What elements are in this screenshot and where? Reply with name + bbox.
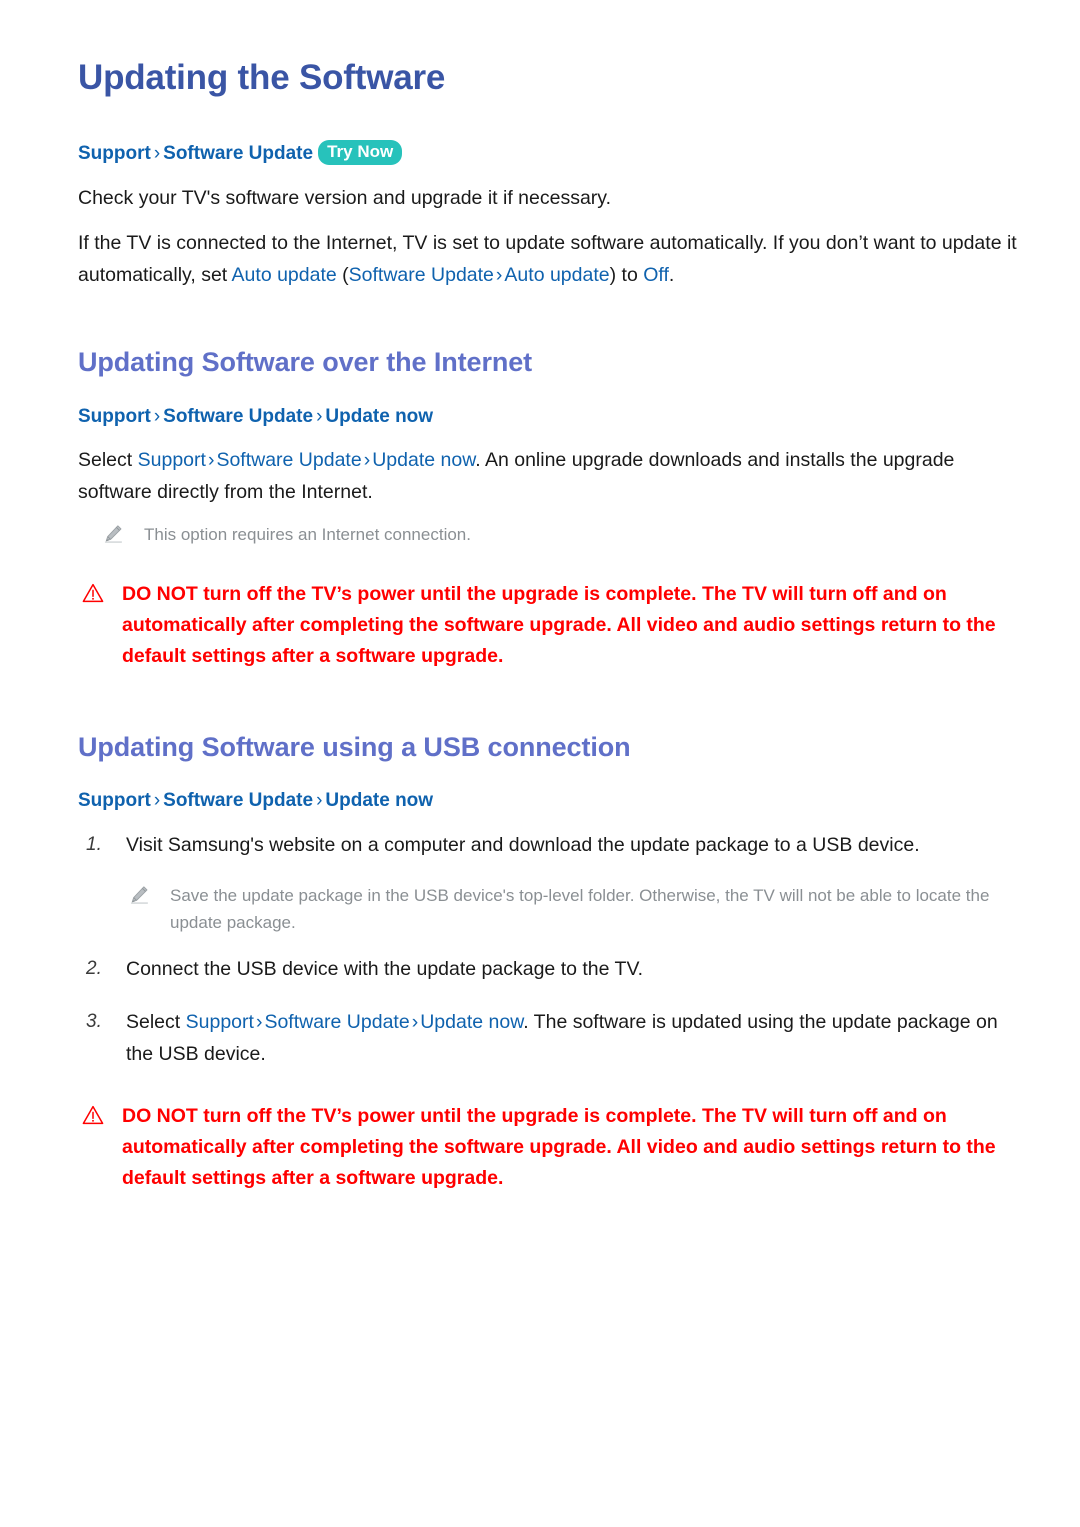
warning-triangle-icon <box>82 582 104 602</box>
link-support[interactable]: Support <box>138 449 206 471</box>
section-heading-usb: Updating Software using a USB connection <box>78 732 631 763</box>
warning-text: DO NOT turn off the TV’s power until the… <box>122 582 996 667</box>
internet-paragraph: Select Support › Software Update › Update no… <box>78 445 1020 508</box>
breadcrumb-item-software-update[interactable]: Software Update <box>163 790 313 811</box>
internet-p-prefix: Select <box>78 449 138 472</box>
link-update-now[interactable]: Update now <box>372 449 475 471</box>
chevron-right-icon: › <box>363 449 371 472</box>
breadcrumb-item-update-now[interactable]: Update now <box>325 790 433 811</box>
intro-paragraph-2: If the TV is connected to the Internet, … <box>78 228 1020 291</box>
pencil-icon <box>130 885 149 904</box>
link-software-update[interactable]: Software Update <box>216 449 361 471</box>
breadcrumb-item-support[interactable]: Support <box>78 406 151 427</box>
warning-triangle-icon <box>82 1104 104 1124</box>
breadcrumb-usb: Support › Software Update › Update now <box>78 787 1020 816</box>
intro-p2-text-mid: to <box>621 263 644 286</box>
intro-p2-paren-open: ( <box>336 263 349 286</box>
step-text: Connect the USB device with the update p… <box>126 957 644 980</box>
try-now-badge[interactable]: Try Now <box>318 140 403 165</box>
chevron-right-icon: › <box>207 449 215 472</box>
section-updating-over-internet: Updating Software over the Internet Supp… <box>78 347 1020 672</box>
chevron-right-icon: › <box>153 405 161 427</box>
breadcrumb-item-support[interactable]: Support <box>78 790 151 811</box>
warning-power-internet: DO NOT turn off the TV’s power until the… <box>82 579 1020 673</box>
step-note-container: Save the update package in the USB devic… <box>78 883 1020 936</box>
warning-power-usb: DO NOT turn off the TV’s power until the… <box>82 1101 1020 1195</box>
chevron-right-icon: › <box>153 143 161 165</box>
chevron-right-icon: › <box>495 263 503 286</box>
note-internet-connection: This option requires an Internet connect… <box>100 522 1020 548</box>
breadcrumb-item-update-now[interactable]: Update now <box>325 406 433 427</box>
step-number: 2. <box>86 957 102 979</box>
note-text: This option requires an Internet connect… <box>144 525 471 545</box>
chevron-right-icon: › <box>255 1011 263 1034</box>
usb-steps-list: 1. Visit Samsung's website on a computer… <box>78 830 1020 1071</box>
page-title: Updating the Software <box>78 58 446 97</box>
step-text: Visit Samsung's website on a computer an… <box>126 833 920 856</box>
chevron-right-icon: › <box>316 790 323 812</box>
intro-p2-text-end: . <box>668 263 675 286</box>
intro-paragraph-1: Check your TV's software version and upg… <box>78 186 612 209</box>
link-software-update[interactable]: Software Update <box>349 264 494 286</box>
chevron-right-icon: › <box>411 1011 419 1034</box>
note-text: Save the update package in the USB devic… <box>170 886 990 932</box>
link-off[interactable]: Off <box>643 264 669 286</box>
breadcrumb-item-support[interactable]: Support <box>78 143 151 164</box>
step-text-prefix: Select <box>126 1011 186 1034</box>
note-save-update-package: Save the update package in the USB devic… <box>126 883 1020 936</box>
step-number: 3. <box>86 1011 102 1033</box>
breadcrumb-internet: Support › Software Update › Update now <box>78 403 1020 432</box>
link-support[interactable]: Support <box>186 1011 254 1033</box>
section-updating-using-usb: Updating Software using a USB connection… <box>78 732 1020 1194</box>
list-item: 3. Select Support › Software Update › Update… <box>78 1007 1020 1070</box>
warning-text: DO NOT turn off the TV’s power until the… <box>122 1104 996 1190</box>
breadcrumb-intro: Support › Software Update Try Now <box>78 140 1020 169</box>
link-auto-update-1[interactable]: Auto update <box>232 264 337 286</box>
list-item: 2. Connect the USB device with the updat… <box>78 954 1020 986</box>
breadcrumb-item-software-update[interactable]: Software Update <box>163 406 313 427</box>
chevron-right-icon: › <box>153 790 161 812</box>
chevron-right-icon: › <box>316 405 323 427</box>
document-page: Updating the Software Support › Software U… <box>0 0 1080 1527</box>
pencil-icon <box>104 524 123 543</box>
intro-p2-paren-close: ) <box>609 263 622 286</box>
link-auto-update-2[interactable]: Auto update <box>504 264 609 286</box>
link-update-now[interactable]: Update now <box>420 1011 523 1033</box>
step-number: 1. <box>86 833 102 855</box>
breadcrumb-item-software-update[interactable]: Software Update <box>163 143 313 164</box>
link-software-update[interactable]: Software Update <box>264 1011 409 1033</box>
list-item: 1. Visit Samsung's website on a computer… <box>78 830 1020 862</box>
section-heading-internet: Updating Software over the Internet <box>78 347 533 378</box>
